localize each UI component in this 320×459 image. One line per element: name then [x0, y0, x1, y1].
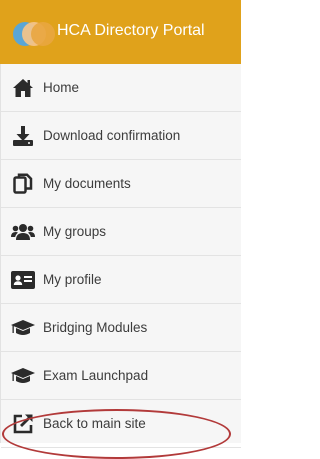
nav-item-label: My documents — [43, 176, 131, 191]
hca-logo-icon — [12, 21, 56, 47]
nav-item-label: Home — [43, 80, 80, 95]
groups-icon — [10, 220, 36, 244]
nav-item-my-groups[interactable]: My groups — [1, 208, 241, 256]
nav-item-download-confirmation[interactable]: Download confirmation — [1, 112, 241, 160]
nav-item-label: My profile — [43, 272, 102, 287]
nav-item-exam-launchpad[interactable]: Exam Launchpad — [1, 352, 241, 400]
graduation-cap-icon — [10, 364, 36, 388]
external-link-icon — [10, 412, 36, 436]
documents-icon — [10, 172, 36, 196]
nav-item-label: Exam Launchpad — [43, 368, 149, 383]
nav-item-label: My groups — [43, 224, 107, 239]
nav-item-my-profile[interactable]: My profile — [1, 256, 241, 304]
nav-item-label: Bridging Modules — [43, 320, 148, 335]
portal-title: HCA Directory Portal — [57, 22, 205, 39]
download-icon — [10, 124, 36, 148]
nav-item-back-to-main-site[interactable]: Back to main site — [1, 400, 241, 448]
nav-item-home[interactable]: Home — [1, 64, 241, 112]
nav-item-label: Download confirmation — [43, 128, 181, 143]
home-icon — [10, 76, 36, 100]
nav-item-label: Back to main site — [43, 416, 146, 431]
nav-item-bridging-modules[interactable]: Bridging Modules — [1, 304, 241, 352]
portal-header: HCA Directory Portal — [0, 0, 241, 64]
profile-card-icon — [10, 268, 36, 292]
sidebar-nav: Home Download confirmation My documents — [0, 64, 241, 448]
graduation-cap-icon — [10, 316, 36, 340]
nav-item-my-documents[interactable]: My documents — [1, 160, 241, 208]
